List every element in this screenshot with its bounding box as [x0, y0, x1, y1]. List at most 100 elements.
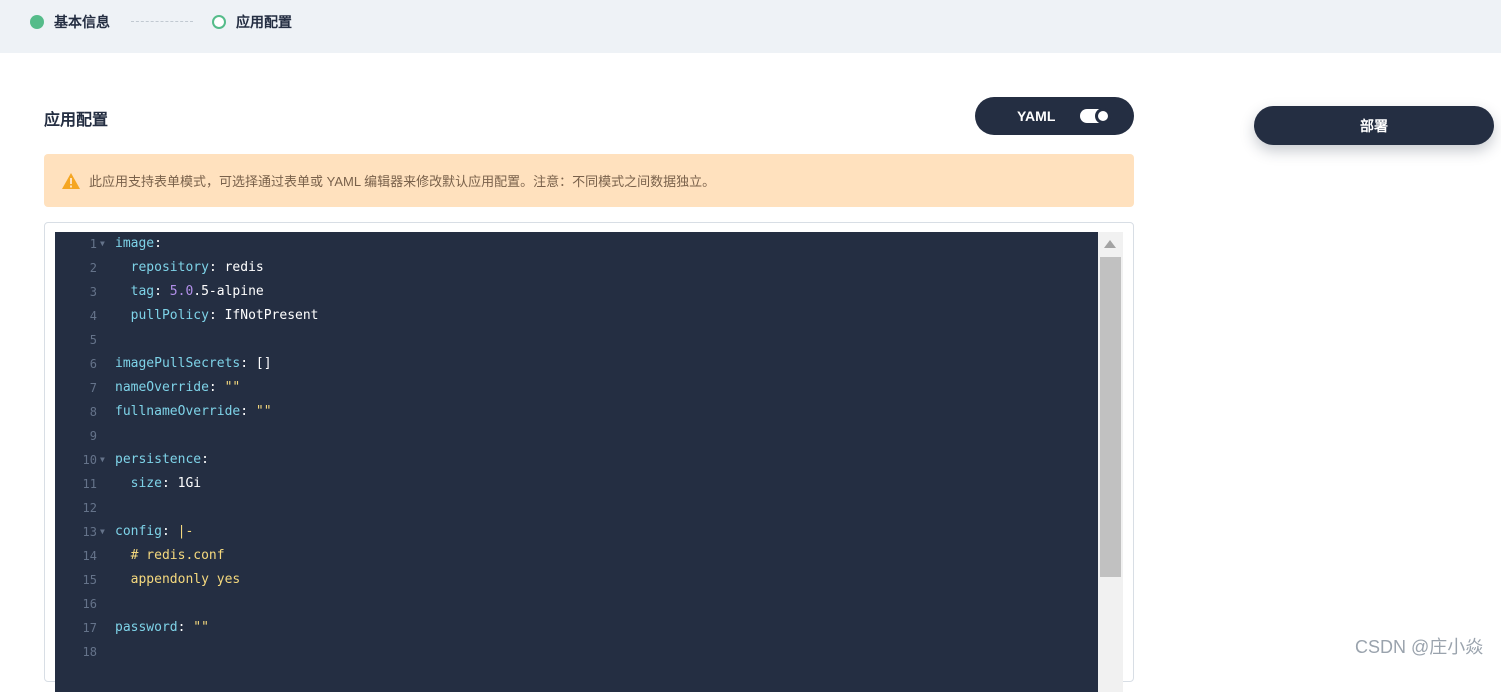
code-token: imagePullSecrets	[115, 356, 241, 371]
fold-caret-icon[interactable]: ▼	[100, 232, 105, 256]
toggle-knob	[1095, 108, 1111, 124]
code-token: size	[130, 476, 162, 491]
code-text: persistence:	[115, 448, 209, 472]
fold-caret-icon[interactable]: ▼	[100, 448, 105, 472]
code-line[interactable]: 5	[55, 328, 1098, 352]
code-line[interactable]: 9	[55, 424, 1098, 448]
code-line[interactable]: 17 password: ""	[55, 616, 1098, 640]
code-text: tag: 5.0.5-alpine	[115, 280, 264, 304]
code-token: password	[115, 620, 178, 635]
line-number: 5	[89, 333, 97, 347]
deploy-button[interactable]: 部署	[1254, 106, 1494, 145]
code-text: password: ""	[115, 616, 209, 640]
code-token: :	[154, 236, 162, 251]
code-token: tag	[130, 284, 155, 299]
code-line[interactable]: 2 repository: redis	[55, 256, 1098, 280]
watermark: CSDN @庄小焱	[1355, 637, 1484, 657]
code-text: nameOverride: ""	[115, 376, 240, 400]
code-line[interactable]: 10 ▼ persistence:	[55, 448, 1098, 472]
line-number: 15	[82, 573, 97, 587]
code-token: :	[240, 356, 256, 371]
code-line[interactable]: 15 appendonly yes	[55, 568, 1098, 592]
code-token: IfNotPresent	[224, 308, 319, 323]
step-basic-info[interactable]: 基本信息	[30, 12, 110, 32]
line-number: 13	[82, 525, 97, 539]
code-line[interactable]: 16	[55, 592, 1098, 616]
yaml-code-editor[interactable]: 1 ▼ image: 2 repository: redis 3 tag: 5.0.5-…	[55, 232, 1123, 692]
code-line[interactable]: 11 size: 1Gi	[55, 472, 1098, 496]
code-line[interactable]: 1 ▼ image:	[55, 232, 1098, 256]
code-token: :	[208, 260, 225, 275]
code-line[interactable]: 4 pullPolicy: IfNotPresent	[55, 304, 1098, 328]
yaml-toggle-label: YAML	[1017, 108, 1056, 124]
code-line[interactable]: 6 imagePullSecrets: []	[55, 352, 1098, 376]
code-line[interactable]: 3 tag: 5.0.5-alpine	[55, 280, 1098, 304]
code-line[interactable]: 13 ▼ config: |-	[55, 520, 1098, 544]
step-active-icon	[212, 15, 226, 29]
warning-notice: 此应用支持表单模式，可选择通过表单或 YAML 编辑器来修改默认应用配置。注意：…	[44, 154, 1134, 207]
code-token: []	[255, 356, 272, 371]
line-number: 1	[89, 237, 97, 251]
step-label: 应用配置	[236, 14, 292, 30]
fold-caret-icon[interactable]: ▼	[100, 520, 105, 544]
notice-text: 此应用支持表单模式，可选择通过表单或 YAML 编辑器来修改默认应用配置。注意：…	[89, 174, 716, 189]
code-token: :	[208, 380, 225, 395]
code-token: fullnameOverride	[115, 404, 241, 419]
code-text: repository: redis	[115, 256, 264, 280]
code-line[interactable]: 7 nameOverride: ""	[55, 376, 1098, 400]
line-number: 9	[89, 429, 97, 443]
step-label: 基本信息	[54, 14, 110, 30]
line-number: 12	[82, 501, 97, 515]
code-token: :	[177, 620, 194, 635]
code-token: repository	[130, 260, 209, 275]
scroll-up-arrow-icon[interactable]	[1104, 240, 1116, 248]
code-line[interactable]: 14 # redis.conf	[55, 544, 1098, 568]
code-token: pullPolicy	[130, 308, 209, 323]
line-number: 14	[82, 549, 97, 563]
toggle-switch[interactable]	[1080, 108, 1111, 124]
code-token: 1Gi	[177, 476, 202, 491]
line-number: 4	[89, 309, 97, 323]
code-token: ""	[193, 620, 209, 635]
code-token: :	[154, 284, 170, 299]
editor-scrollbar[interactable]	[1098, 232, 1123, 692]
code-token: # redis.conf	[130, 548, 225, 563]
code-line[interactable]: 8 fullnameOverride: ""	[55, 400, 1098, 424]
code-text: config: |-	[115, 520, 193, 544]
code-token: 5.0	[169, 284, 194, 299]
code-token: persistence	[115, 452, 202, 467]
step-done-icon	[30, 15, 44, 29]
code-line[interactable]: 12	[55, 496, 1098, 520]
code-token: :	[201, 452, 209, 467]
code-token: image	[115, 236, 155, 251]
code-token: redis	[224, 260, 264, 275]
code-text: size: 1Gi	[115, 472, 201, 496]
line-number: 8	[89, 405, 97, 419]
warning-icon	[62, 172, 80, 189]
code-token: ""	[224, 380, 241, 395]
yaml-mode-toggle[interactable]: YAML	[975, 97, 1134, 135]
line-number: 7	[89, 381, 97, 395]
line-number: 11	[82, 477, 97, 491]
code-text: imagePullSecrets: []	[115, 352, 272, 376]
code-token: config	[115, 524, 162, 539]
code-token: nameOverride	[115, 380, 209, 395]
code-token: |-	[177, 524, 194, 539]
code-text: appendonly yes	[115, 568, 241, 592]
scroll-thumb[interactable]	[1100, 257, 1121, 577]
code-token: appendonly yes	[130, 572, 241, 587]
line-number: 6	[89, 357, 97, 371]
step-bar: 基本信息 应用配置	[0, 0, 1501, 53]
line-number: 17	[82, 621, 97, 635]
line-number: 3	[89, 285, 97, 299]
line-number: 2	[89, 261, 97, 275]
step-app-config[interactable]: 应用配置	[212, 12, 292, 32]
code-token: .5-alpine	[193, 284, 264, 299]
line-number: 10	[82, 453, 97, 467]
code-token: :	[240, 404, 256, 419]
code-line[interactable]: 18	[55, 640, 1098, 664]
